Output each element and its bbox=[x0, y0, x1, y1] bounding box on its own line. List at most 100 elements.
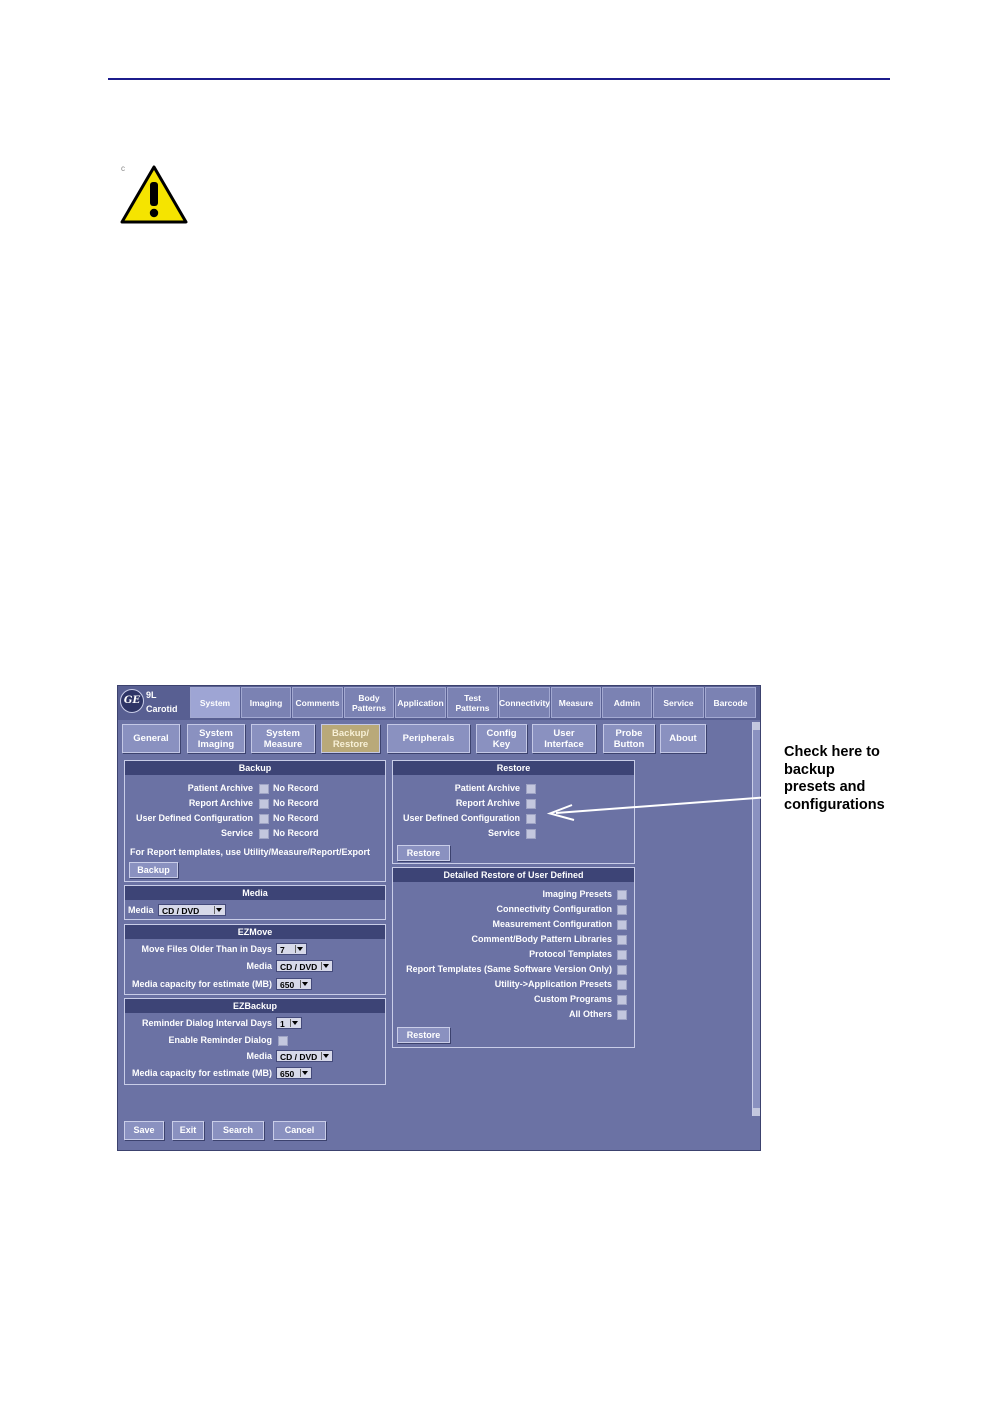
subtab-peripherals[interactable]: Peripherals bbox=[387, 724, 470, 753]
detailed-restore-button[interactable]: Restore bbox=[397, 1027, 450, 1043]
ezmove-title: EZMove bbox=[125, 925, 385, 939]
ezmove-days-select[interactable]: 7 bbox=[276, 943, 307, 955]
ezbackup-interval-select[interactable]: 1 bbox=[276, 1017, 302, 1029]
backup-panel: Backup Patient Archive No Record Report … bbox=[124, 760, 386, 882]
backup-user-config-checkbox[interactable] bbox=[259, 814, 269, 824]
subtab-about[interactable]: About bbox=[660, 724, 706, 753]
tab-admin[interactable]: Admin bbox=[602, 687, 652, 718]
ezmove-media-select[interactable]: CD / DVD bbox=[276, 960, 333, 972]
ezmove-capacity-select[interactable]: 650 bbox=[276, 978, 312, 990]
tab-system[interactable]: System bbox=[190, 687, 240, 718]
subtab-user-interface[interactable]: User Interface bbox=[532, 724, 596, 753]
detailed-custom-programs-label: Custom Programs bbox=[533, 994, 612, 1004]
detailed-restore-title: Detailed Restore of User Defined bbox=[393, 868, 634, 882]
save-button[interactable]: Save bbox=[124, 1121, 164, 1140]
chevron-down-icon bbox=[295, 945, 305, 953]
tab-imaging[interactable]: Imaging bbox=[241, 687, 291, 718]
tab-comments[interactable]: Comments bbox=[292, 687, 343, 718]
restore-patient-archive-checkbox[interactable] bbox=[526, 784, 536, 794]
backup-report-archive-status: No Record bbox=[273, 798, 319, 808]
callout-line: presets and bbox=[784, 779, 866, 795]
cancel-button[interactable]: Cancel bbox=[273, 1121, 326, 1140]
backup-report-note: For Report templates, use Utility/Measur… bbox=[130, 847, 371, 857]
backup-service-status: No Record bbox=[273, 828, 319, 838]
restore-service-checkbox[interactable] bbox=[526, 829, 536, 839]
detailed-measurement-checkbox[interactable] bbox=[617, 920, 627, 930]
ezbackup-capacity-label: Media capacity for estimate (MB) bbox=[131, 1068, 272, 1078]
scroll-down-icon[interactable] bbox=[753, 1108, 760, 1116]
detailed-measurement-label: Measurement Configuration bbox=[492, 919, 612, 929]
subtab-backup-restore[interactable]: Backup/ Restore bbox=[321, 724, 380, 753]
detailed-protocol-checkbox[interactable] bbox=[617, 950, 627, 960]
detailed-restore-panel: Detailed Restore of User Defined Imaging… bbox=[392, 867, 635, 1048]
ezmove-capacity-label: Media capacity for estimate (MB) bbox=[131, 979, 272, 989]
detailed-imaging-presets-checkbox[interactable] bbox=[617, 890, 627, 900]
tab-measure[interactable]: Measure bbox=[551, 687, 601, 718]
tab-body-patterns[interactable]: Body Patterns bbox=[344, 687, 394, 718]
restore-title: Restore bbox=[393, 761, 634, 775]
ge-logo-icon: GE bbox=[120, 689, 144, 713]
detailed-connectivity-label: Connectivity Configuration bbox=[496, 904, 613, 914]
ezbackup-media-label: Media bbox=[246, 1051, 272, 1061]
header-rule bbox=[108, 78, 890, 80]
callout-line: configurations bbox=[784, 796, 885, 813]
ezbackup-capacity-select[interactable]: 650 bbox=[276, 1067, 312, 1079]
detailed-report-templates-label: Report Templates (Same Software Version … bbox=[406, 964, 612, 974]
top-tab-bar: GE 9L Carotid System Imaging Comments Bo… bbox=[118, 686, 760, 720]
tab-application[interactable]: Application bbox=[395, 687, 446, 718]
callout-text: Check here to backup presets and configu… bbox=[784, 744, 904, 814]
ezbackup-panel: EZBackup Reminder Dialog Interval Days 1… bbox=[124, 998, 386, 1085]
tab-barcode[interactable]: Barcode bbox=[705, 687, 756, 718]
media-title: Media bbox=[125, 886, 385, 900]
restore-panel: Restore Patient Archive Report Archive U… bbox=[392, 760, 635, 864]
backup-service-checkbox[interactable] bbox=[259, 829, 269, 839]
ezbackup-enable-label: Enable Reminder Dialog bbox=[168, 1035, 272, 1045]
subtab-system-imaging[interactable]: System Imaging bbox=[187, 724, 245, 753]
restore-button[interactable]: Restore bbox=[397, 845, 450, 861]
exit-button[interactable]: Exit bbox=[172, 1121, 204, 1140]
backup-user-config-label: User Defined Configuration bbox=[135, 813, 253, 823]
media-select[interactable]: CD / DVD bbox=[158, 904, 226, 916]
backup-report-archive-checkbox[interactable] bbox=[259, 799, 269, 809]
model-preset: Carotid bbox=[146, 704, 178, 714]
detailed-comment-body-checkbox[interactable] bbox=[617, 935, 627, 945]
callout-line: backup bbox=[784, 761, 835, 778]
ezbackup-media-select[interactable]: CD / DVD bbox=[276, 1050, 333, 1062]
media-label: Media bbox=[128, 905, 154, 915]
chevron-down-icon bbox=[321, 1052, 331, 1060]
subtab-config-key[interactable]: Config Key bbox=[476, 724, 527, 753]
chevron-down-icon bbox=[300, 1069, 310, 1077]
scroll-up-icon[interactable] bbox=[753, 722, 760, 730]
ezmove-days-label: Move Files Older Than in Days bbox=[141, 944, 272, 954]
backup-report-archive-label: Report Archive bbox=[188, 798, 253, 808]
ezbackup-interval-label: Reminder Dialog Interval Days bbox=[141, 1018, 272, 1028]
detailed-comment-body-label: Comment/Body Pattern Libraries bbox=[471, 934, 612, 944]
detailed-protocol-label: Protocol Templates bbox=[529, 949, 612, 959]
tab-test-patterns[interactable]: Test Patterns bbox=[447, 687, 498, 718]
detailed-app-presets-checkbox[interactable] bbox=[617, 980, 627, 990]
restore-user-config-checkbox[interactable] bbox=[526, 814, 536, 824]
ezmove-panel: EZMove Move Files Older Than in Days 7 M… bbox=[124, 924, 386, 995]
detailed-custom-programs-checkbox[interactable] bbox=[617, 995, 627, 1005]
detailed-report-templates-checkbox[interactable] bbox=[617, 965, 627, 975]
backup-button[interactable]: Backup bbox=[129, 862, 178, 878]
model-name: 9L bbox=[146, 690, 157, 700]
backup-title: Backup bbox=[125, 761, 385, 775]
media-panel: Media Media CD / DVD bbox=[124, 885, 386, 920]
chevron-down-icon bbox=[300, 980, 310, 988]
restore-report-archive-checkbox[interactable] bbox=[526, 799, 536, 809]
subtab-general[interactable]: General bbox=[122, 724, 180, 753]
vertical-scrollbar[interactable] bbox=[752, 722, 760, 1116]
detailed-all-others-checkbox[interactable] bbox=[617, 1010, 627, 1020]
chevron-down-icon bbox=[290, 1019, 300, 1027]
backup-patient-archive-checkbox[interactable] bbox=[259, 784, 269, 794]
ezbackup-enable-checkbox[interactable] bbox=[278, 1036, 288, 1046]
backup-patient-archive-status: No Record bbox=[273, 783, 319, 793]
detailed-app-presets-label: Utility->Application Presets bbox=[494, 979, 612, 989]
search-button[interactable]: Search bbox=[212, 1121, 264, 1140]
subtab-system-measure[interactable]: System Measure bbox=[251, 724, 315, 753]
detailed-connectivity-checkbox[interactable] bbox=[617, 905, 627, 915]
tab-service[interactable]: Service bbox=[653, 687, 704, 718]
tab-connectivity[interactable]: Connectivity bbox=[499, 687, 550, 718]
subtab-probe-button[interactable]: Probe Button bbox=[603, 724, 655, 753]
